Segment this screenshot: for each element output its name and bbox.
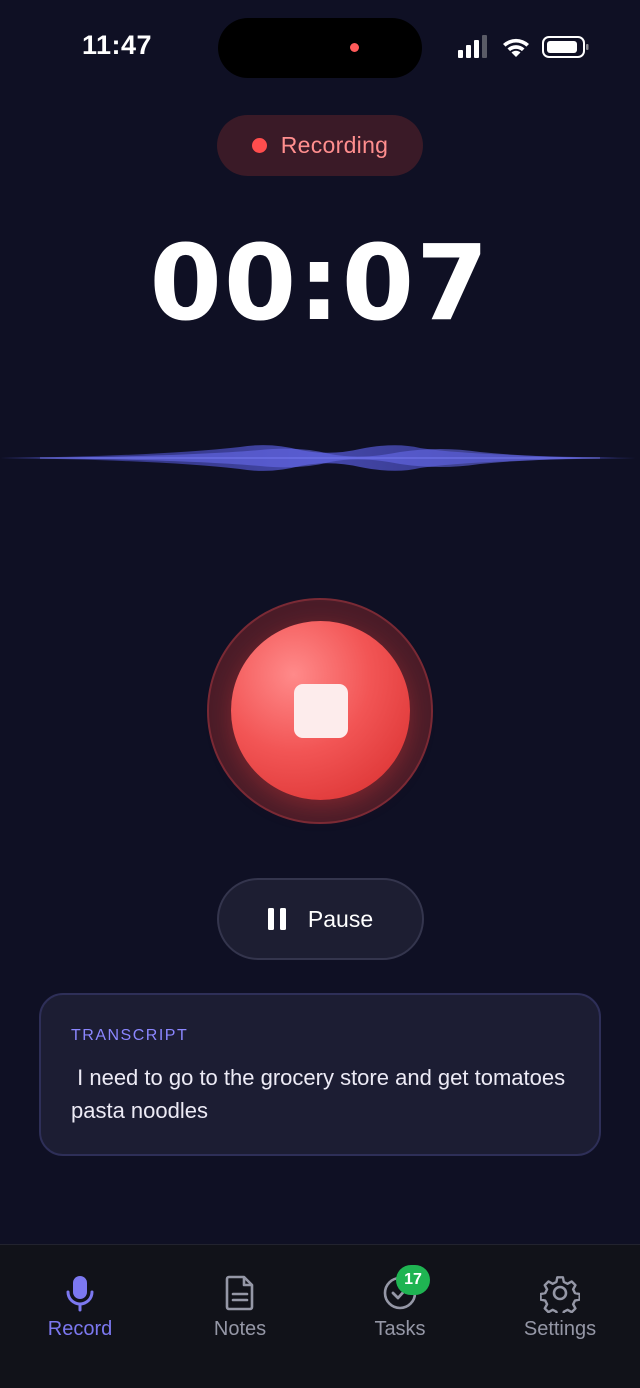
pause-icon — [267, 908, 286, 930]
microphone-icon — [66, 1276, 94, 1312]
nav-item-notes[interactable]: Notes — [160, 1245, 320, 1355]
nav-item-settings[interactable]: Settings — [480, 1245, 640, 1355]
battery-icon — [542, 36, 589, 58]
transcript-card: TRANSCRIPT I need to go to the grocery s… — [39, 993, 601, 1156]
recording-status-pill: Recording — [217, 115, 423, 176]
recording-timer: 00:07 — [149, 222, 491, 344]
document-icon — [225, 1275, 254, 1311]
recording-dot-icon — [251, 138, 267, 153]
status-bar: 11:47 — [0, 0, 640, 95]
stop-recording-button[interactable] — [231, 621, 410, 800]
nav-label-tasks: Tasks — [374, 1318, 426, 1340]
status-time: 11:47 — [82, 30, 153, 60]
dynamic-island — [218, 18, 422, 78]
gear-icon — [540, 1276, 580, 1313]
nav-label-record: Record — [47, 1318, 113, 1340]
cellular-signal-icon — [458, 35, 487, 58]
pause-label: Pause — [307, 905, 374, 932]
recording-status-label: Recording — [280, 132, 389, 158]
tasks-count-badge: 17 — [396, 1265, 430, 1295]
nav-item-record[interactable]: Record — [0, 1245, 160, 1355]
pause-button[interactable]: Pause — [217, 878, 424, 960]
transcript-heading: TRANSCRIPT — [71, 1027, 189, 1044]
nav-label-notes: Notes — [213, 1318, 267, 1340]
mic-indicator-dot — [350, 43, 359, 52]
status-icons — [458, 35, 589, 58]
stop-icon — [293, 683, 348, 738]
bottom-navigation: Record Notes Tasks 17 Settings — [0, 1244, 640, 1388]
transcript-text: I need to go to the grocery store and ge… — [71, 1065, 572, 1123]
nav-item-tasks[interactable]: Tasks — [320, 1245, 480, 1355]
wifi-icon — [503, 38, 529, 57]
audio-waveform — [0, 445, 640, 471]
nav-label-settings: Settings — [523, 1318, 597, 1340]
